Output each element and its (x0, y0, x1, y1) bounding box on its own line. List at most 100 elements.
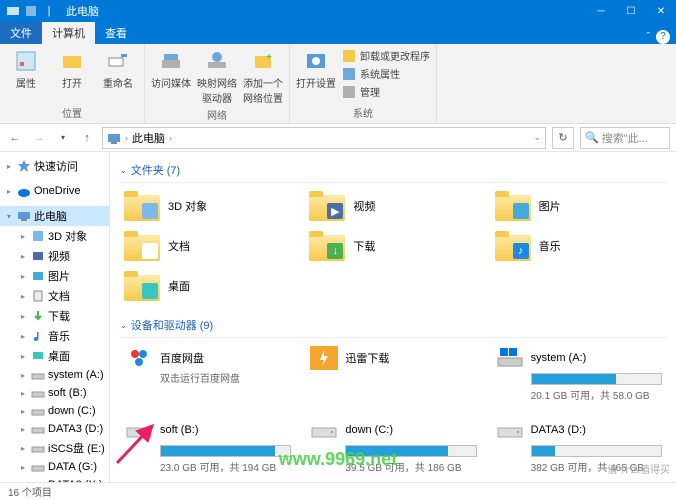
search-input[interactable]: 🔍 搜索"此... (580, 127, 670, 149)
pc-icon (17, 209, 31, 223)
maximize-button[interactable]: ☐ (616, 0, 646, 22)
folder-item[interactable]: ↓下载 (305, 227, 480, 265)
tree-node-softB[interactable]: ▸ soft (B:) (0, 384, 109, 402)
navigation-tree[interactable]: ▸快速访问▸OneDrive▾此电脑▸3D 对象▸视频▸图片▸文档▸下载▸音乐▸… (0, 152, 110, 482)
drive-icon (31, 460, 45, 474)
tree-node-quick[interactable]: ▸ 快速访问 (0, 156, 109, 176)
svg-text:+: + (266, 52, 272, 63)
folder-item[interactable]: ♪音乐 (491, 227, 666, 265)
music-icon (31, 329, 45, 343)
drive-item[interactable]: system (A:)20.1 GB 可用，共 58.0 GB (491, 342, 666, 406)
expand-icon[interactable]: ▸ (18, 332, 28, 341)
expand-icon[interactable]: ▾ (4, 212, 14, 221)
breadcrumb-sep-icon[interactable]: › (169, 133, 172, 143)
address-dropdown-icon[interactable]: ⌄ (533, 132, 541, 143)
explorer-icon (6, 4, 20, 18)
media-icon (159, 49, 183, 73)
tab-file[interactable]: 文件 (0, 22, 42, 44)
tree-node-down[interactable]: ▸下载 (0, 306, 109, 326)
ribbon-map-drive[interactable]: 映射网络驱动器 (197, 47, 237, 105)
expand-icon[interactable]: ▸ (18, 352, 28, 361)
drive-item[interactable]: down (C:)39.5 GB 可用，共 186 GB (305, 414, 480, 478)
tree-node-label: 音乐 (48, 328, 70, 344)
tree-node-doc[interactable]: ▸文档 (0, 286, 109, 306)
tree-node-dataG[interactable]: ▸DATA (G:) (0, 458, 109, 476)
folders-section-header[interactable]: ⌄ 文件夹 (7) (120, 158, 666, 183)
nav-recent-button[interactable]: ▾ (54, 129, 72, 147)
expand-icon[interactable]: ▸ (18, 444, 28, 453)
tree-node-music[interactable]: ▸ 音乐 (0, 326, 109, 346)
status-item-count: 16 个项目 (8, 484, 52, 499)
ribbon-uninstall[interactable]: 卸载或更改程序 (342, 47, 430, 64)
tree-node-iscsE[interactable]: ▸iSCS盘 (E:) (0, 438, 109, 458)
cloud-icon (17, 184, 31, 198)
nav-up-button[interactable]: ↑ (78, 129, 96, 147)
expand-icon[interactable]: ▸ (18, 425, 28, 434)
tree-node-onedrive[interactable]: ▸ OneDrive (0, 182, 109, 200)
drive-name: DATA3 (D:) (531, 424, 586, 436)
tree-node-label: OneDrive (34, 185, 80, 197)
ribbon-manage[interactable]: 管理 (342, 83, 430, 100)
ribbon-sys-props[interactable]: 系统属性 (342, 65, 430, 82)
tree-node-data3D[interactable]: ▸DATA3 (D:) (0, 420, 109, 438)
expand-icon[interactable]: ▸ (18, 407, 28, 416)
tree-node-thispc[interactable]: ▾此电脑 (0, 206, 109, 226)
ribbon-collapse-icon[interactable]: ˆ (646, 31, 650, 43)
tree-node-3d[interactable]: ▸3D 对象 (0, 226, 109, 246)
expand-icon[interactable]: ▸ (18, 312, 28, 321)
tree-node-video[interactable]: ▸视频 (0, 246, 109, 266)
expand-icon[interactable]: ▸ (18, 232, 28, 241)
tree-node-label: soft (B:) (48, 387, 87, 399)
folder-item[interactable]: 桌面 (120, 267, 295, 305)
folder-item[interactable]: ▶视频 (305, 187, 480, 225)
ribbon-open-settings[interactable]: 打开设置 (296, 47, 336, 103)
close-button[interactable]: ✕ (646, 0, 676, 22)
drives-section-header[interactable]: ⌄ 设备和驱动器 (9) (120, 313, 666, 338)
ribbon-group-network-label: 网络 (151, 105, 283, 122)
folder-icon: ♪ (495, 231, 531, 261)
nav-back-button[interactable]: ← (6, 129, 24, 147)
ribbon-add-network[interactable]: + 添加一个网络位置 (243, 47, 283, 105)
tree-node-data2X[interactable]: ▸DATA2 (X:) (0, 476, 109, 482)
folder-icon (124, 271, 160, 301)
drive-item[interactable]: 迅雷下载 (305, 342, 480, 406)
tree-node-sysA[interactable]: ▸system (A:) (0, 366, 109, 384)
tab-computer[interactable]: 计算机 (42, 22, 95, 44)
breadcrumb-sep-icon[interactable]: › (125, 133, 128, 143)
ribbon-rename[interactable]: 重命名 (98, 47, 138, 103)
folder-item[interactable]: 文档 (120, 227, 295, 265)
status-bar: 16 个项目 (0, 482, 676, 500)
folder-item[interactable]: 图片 (491, 187, 666, 225)
breadcrumb-thispc[interactable]: 此电脑 (132, 130, 165, 146)
ribbon-access-media[interactable]: 访问媒体 (151, 47, 191, 105)
folder-label: 下载 (353, 238, 375, 254)
expand-icon[interactable]: ▸ (18, 252, 28, 261)
expand-icon[interactable]: ▸ (18, 292, 28, 301)
help-icon[interactable]: ? (656, 30, 670, 44)
expand-icon[interactable]: ▸ (18, 371, 28, 380)
ribbon-open[interactable]: 打开 (52, 47, 92, 103)
expand-icon[interactable]: ▸ (4, 187, 14, 196)
address-input[interactable]: › 此电脑 › ⌄ (102, 127, 546, 149)
drive-icon (31, 422, 45, 436)
expand-icon[interactable]: ▸ (18, 389, 28, 398)
rename-icon (106, 49, 130, 73)
drive-item[interactable]: 百度网盘双击运行百度网盘 (120, 342, 295, 406)
expand-icon[interactable]: ▸ (18, 272, 28, 281)
folder-item[interactable]: 3D 对象 (120, 187, 295, 225)
tab-view[interactable]: 查看 (95, 22, 137, 44)
ribbon-properties[interactable]: 属性 (6, 47, 46, 103)
drive-item[interactable]: DATA3 (D:)382 GB 可用，共 465 GB (491, 414, 666, 478)
tree-node-desktop[interactable]: ▸桌面 (0, 346, 109, 366)
refresh-button[interactable]: ↻ (552, 127, 574, 149)
expand-icon[interactable]: ▸ (4, 162, 14, 171)
tree-node-downC[interactable]: ▸down (C:) (0, 402, 109, 420)
expand-icon[interactable]: ▸ (18, 481, 28, 483)
minimize-button[interactable]: ─ (586, 0, 616, 22)
tree-node-label: 快速访问 (34, 158, 78, 174)
drive-item[interactable]: soft (B:)23.0 GB 可用，共 194 GB (120, 414, 295, 478)
expand-icon[interactable]: ▸ (18, 463, 28, 472)
qat-properties-icon[interactable] (24, 4, 38, 18)
tree-node-pic[interactable]: ▸图片 (0, 266, 109, 286)
nav-forward-button[interactable]: → (30, 129, 48, 147)
